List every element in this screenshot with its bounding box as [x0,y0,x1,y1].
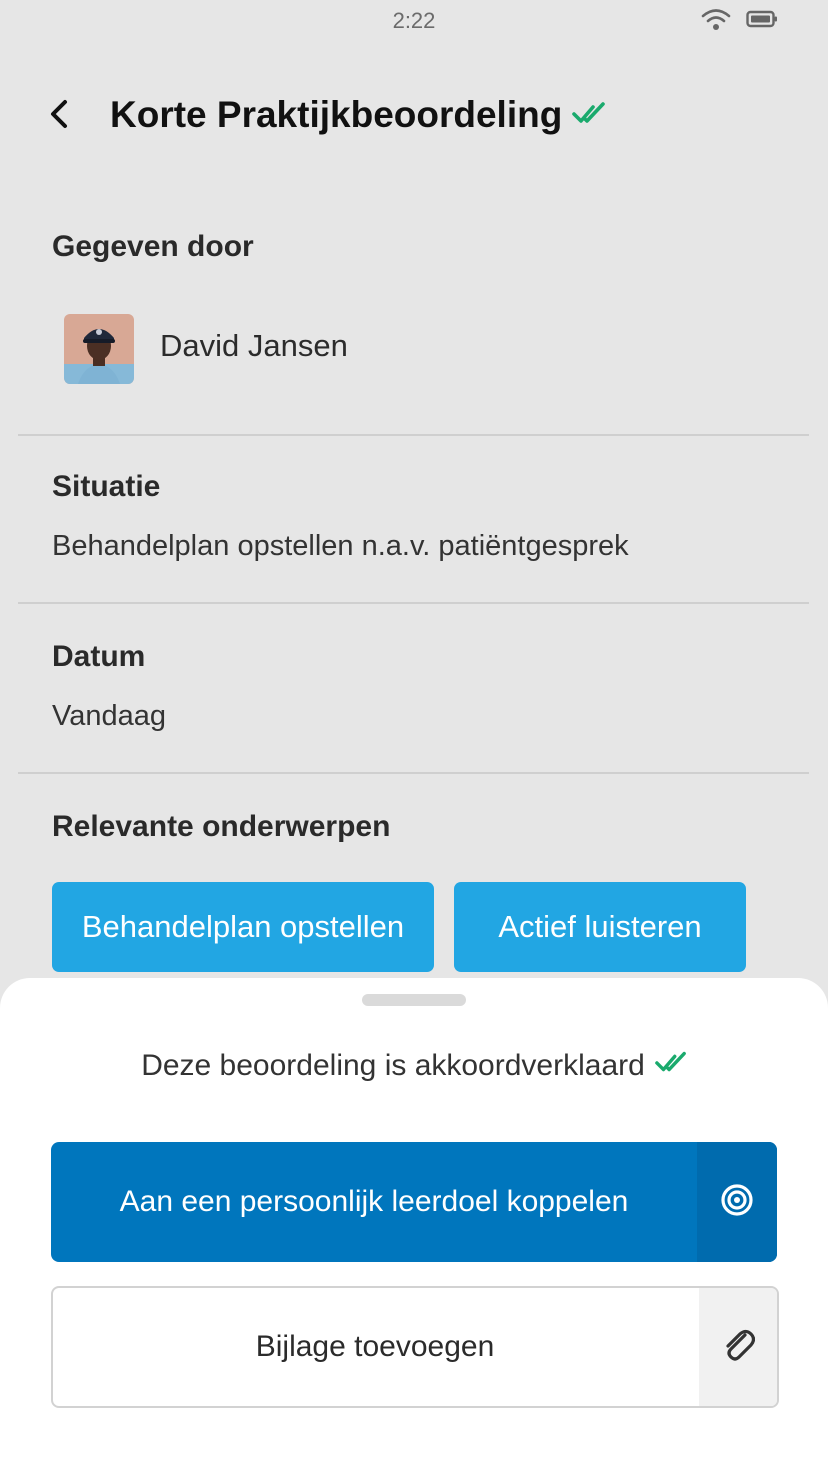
link-learning-goal-button[interactable]: Aan een persoonlijk leerdoel koppelen [51,1142,777,1262]
target-icon-cell [697,1142,777,1262]
given-by-label: Gegeven door [52,230,254,263]
page-title: Korte Praktijkbeoordeling [110,94,606,136]
approved-text: Deze beoordeling is akkoordverklaard [141,1049,645,1082]
page-title-text: Korte Praktijkbeoordeling [110,94,563,135]
approved-status: Deze beoordeling is akkoordverklaard [0,1048,828,1084]
topic-chip-label: Actief luisteren [498,909,702,944]
back-button[interactable] [34,90,86,142]
sheet-grabber[interactable] [362,994,466,1006]
add-attachment-button[interactable]: Bijlage toevoegen [51,1286,779,1408]
status-icons [700,8,778,34]
topic-chip-actief-luisteren[interactable]: Actief luisteren [454,882,746,972]
paperclip-icon-cell [699,1288,777,1406]
header: Korte Praktijkbeoordeling [0,80,828,152]
double-check-icon [655,1048,687,1084]
wifi-icon [700,6,732,37]
date-value: Vandaag [52,700,166,732]
status-bar: 2:22 [0,0,828,44]
person-name: David Jansen [160,328,348,363]
topic-chip-behandelplan[interactable]: Behandelplan opstellen [52,882,434,972]
situation-label: Situatie [52,470,161,503]
divider [18,772,809,774]
add-attachment-label: Bijlage toevoegen [255,1330,495,1363]
paperclip-icon [721,1326,756,1369]
topics-label: Relevante onderwerpen [52,810,391,843]
topic-chip-label: Behandelplan opstellen [81,909,405,944]
double-check-icon [572,94,606,136]
battery-icon [746,9,778,34]
chevron-left-icon [45,97,75,136]
date-label: Datum [52,640,146,673]
link-learning-goal-label: Aan een persoonlijk leerdoel koppelen [119,1185,629,1218]
target-icon [720,1183,754,1222]
avatar [64,314,134,384]
divider [18,602,809,604]
situation-value: Behandelplan opstellen n.a.v. patiëntges… [52,530,629,562]
divider [18,434,809,436]
bottom-sheet: Deze beoordeling is akkoordverklaard Aan… [0,978,828,1472]
